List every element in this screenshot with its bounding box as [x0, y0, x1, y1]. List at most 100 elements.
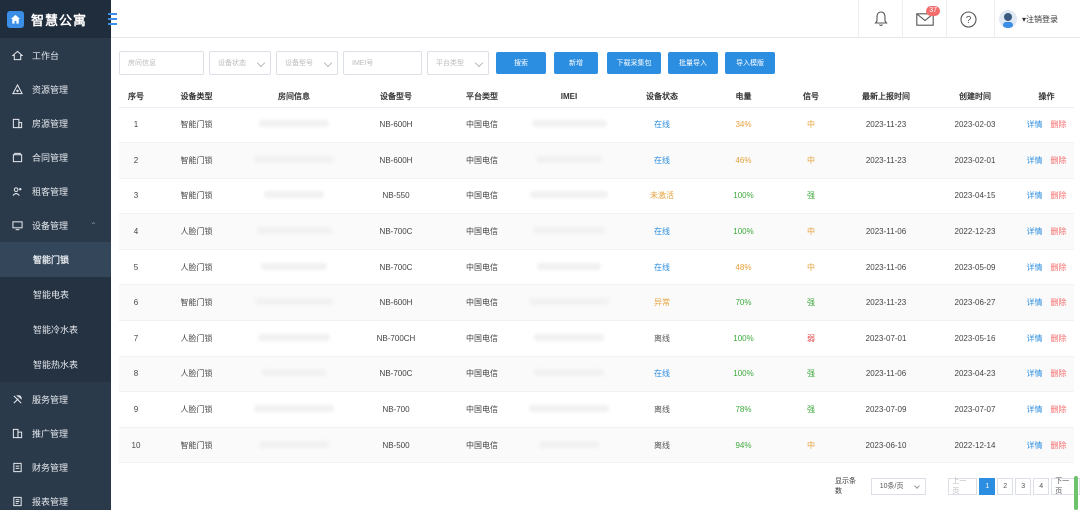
import-template-button[interactable]: 导入模版: [725, 52, 775, 74]
battery-level: 100%: [733, 191, 754, 201]
signal-strength: 中: [807, 155, 815, 165]
status-badge: 在线: [654, 155, 670, 165]
created-time: 2022-12-14: [954, 440, 996, 450]
detail-link[interactable]: 详情: [1027, 156, 1043, 165]
sidebar-item-service[interactable]: 服务管理: [0, 382, 111, 416]
contract-icon: [11, 151, 23, 163]
avatar: [999, 10, 1017, 28]
detail-link[interactable]: 详情: [1027, 298, 1043, 307]
sidebar-subitem[interactable]: 智能冷水表: [0, 312, 111, 347]
redacted-text: [259, 120, 329, 128]
delete-link[interactable]: 删除: [1051, 405, 1067, 414]
status-badge: 在线: [654, 120, 670, 130]
search-button[interactable]: 搜索: [496, 52, 546, 74]
detail-link[interactable]: 详情: [1027, 405, 1043, 414]
status-select[interactable]: 设备状态: [209, 51, 271, 75]
sidebar-item-building[interactable]: 房源管理: [0, 106, 111, 140]
mail-icon[interactable]: 37: [902, 0, 946, 38]
status-badge: 离线: [654, 440, 670, 450]
device-type: 智能门锁: [180, 191, 213, 201]
room-info-input[interactable]: 房间信息: [119, 51, 204, 75]
signal-strength: 中: [807, 227, 815, 237]
redacted-text: [255, 298, 333, 306]
sidebar-item-tenant[interactable]: 租客管理: [0, 174, 111, 208]
delete-link[interactable]: 删除: [1051, 227, 1067, 236]
help-icon[interactable]: ?: [946, 0, 990, 38]
detail-link[interactable]: 详情: [1027, 441, 1043, 450]
redacted-text: [262, 369, 326, 377]
imei-input[interactable]: IMEI号: [343, 51, 422, 75]
sidebar-item-resource[interactable]: 资源管理: [0, 72, 111, 106]
table-row: 4 人脸门锁 NB-700C 中国电信 在线 100% 中 2023-11-06 2022-12…: [119, 213, 1074, 250]
detail-link[interactable]: 详情: [1027, 369, 1043, 378]
bell-icon[interactable]: [858, 0, 902, 38]
sidebar-item-label: 财务管理: [32, 462, 69, 473]
mail-badge: 37: [926, 6, 940, 16]
last-report-time: 2023-07-09: [865, 405, 907, 415]
page-button[interactable]: 3: [1015, 477, 1032, 495]
platform-type: 中国电信: [466, 155, 498, 165]
delete-link[interactable]: 删除: [1051, 369, 1067, 378]
logout-link[interactable]: ▾注销登录: [1022, 14, 1058, 25]
redacted-text: [530, 191, 608, 199]
created-time: 2022-12-23: [954, 227, 996, 237]
battery-level: 46%: [735, 155, 752, 165]
column-header: 电量: [706, 86, 781, 108]
sidebar-item-report[interactable]: 报表管理: [0, 484, 111, 510]
platform-type: 中国电信: [466, 369, 498, 379]
detail-link[interactable]: 详情: [1027, 334, 1043, 343]
download-package-button[interactable]: 下载采集包: [607, 52, 661, 74]
sidebar-item-label: 房源管理: [32, 118, 69, 129]
device-type: 人脸门锁: [180, 262, 213, 272]
signal-strength: 中: [807, 120, 815, 130]
model-select[interactable]: 设备型号: [276, 51, 338, 75]
table-row: 9 人脸门锁 NB-700 中国电信 离线 78% 强 2023-07-09 2023-07-0…: [119, 391, 1074, 428]
sidebar-item-finance[interactable]: 财务管理: [0, 450, 111, 484]
sidebar-subitem[interactable]: 智能热水表: [0, 347, 111, 382]
page-size-select[interactable]: 10条/页: [870, 477, 927, 495]
scrollbar[interactable]: [1074, 476, 1078, 510]
detail-link[interactable]: 详情: [1027, 263, 1043, 272]
sidebar-item-label: 设备管理: [32, 220, 69, 231]
delete-link[interactable]: 删除: [1051, 191, 1067, 200]
user-menu[interactable]: ▾注销登录: [994, 0, 1080, 38]
sidebar-item-label: 工作台: [32, 50, 60, 61]
redacted-text: [539, 440, 599, 448]
detail-link[interactable]: 详情: [1027, 191, 1043, 200]
created-time: 2023-04-15: [954, 191, 996, 201]
row-number: 2: [133, 155, 139, 165]
sidebar-item-home[interactable]: 工作台: [0, 38, 111, 72]
column-header: 创建时间: [931, 86, 1019, 108]
page-button[interactable]: 1: [979, 477, 996, 495]
detail-link[interactable]: 详情: [1027, 227, 1043, 236]
status-badge: 在线: [654, 262, 670, 272]
add-button[interactable]: 新增: [554, 52, 598, 74]
device-type: 人脸门锁: [180, 227, 213, 237]
delete-link[interactable]: 删除: [1051, 156, 1067, 165]
prev-page-button[interactable]: 上一页: [948, 477, 978, 495]
batch-import-button[interactable]: 批量导入: [668, 52, 718, 74]
platform-type: 中国电信: [466, 440, 498, 450]
delete-link[interactable]: 删除: [1051, 120, 1067, 129]
menu-toggle-icon[interactable]: [108, 13, 117, 28]
sidebar-subitem[interactable]: 智能门锁: [0, 242, 111, 277]
status-badge: 离线: [654, 333, 670, 343]
detail-link[interactable]: 详情: [1027, 120, 1043, 129]
sidebar-item-promote[interactable]: 推广管理: [0, 416, 111, 450]
delete-link[interactable]: 删除: [1051, 298, 1067, 307]
status-badge: 在线: [654, 227, 670, 237]
page-button[interactable]: 2: [997, 477, 1014, 495]
device-type: 智能门锁: [180, 155, 213, 165]
delete-link[interactable]: 删除: [1051, 334, 1067, 343]
table-row: 2 智能门锁 NB-600H 中国电信 在线 46% 中 2023-11-23 2023-02-…: [119, 142, 1074, 179]
sidebar-item-contract[interactable]: 合同管理: [0, 140, 111, 174]
delete-link[interactable]: 删除: [1051, 441, 1067, 450]
page-button[interactable]: 4: [1033, 477, 1050, 495]
platform-select[interactable]: 平台类型: [427, 51, 489, 75]
battery-level: 70%: [735, 298, 752, 308]
status-badge: 异常: [654, 298, 670, 308]
sidebar-subitem[interactable]: 智能电表: [0, 277, 111, 312]
sidebar-item-device[interactable]: 设备管理 ⌃: [0, 208, 111, 242]
redacted-text: [264, 191, 324, 199]
delete-link[interactable]: 删除: [1051, 263, 1067, 272]
